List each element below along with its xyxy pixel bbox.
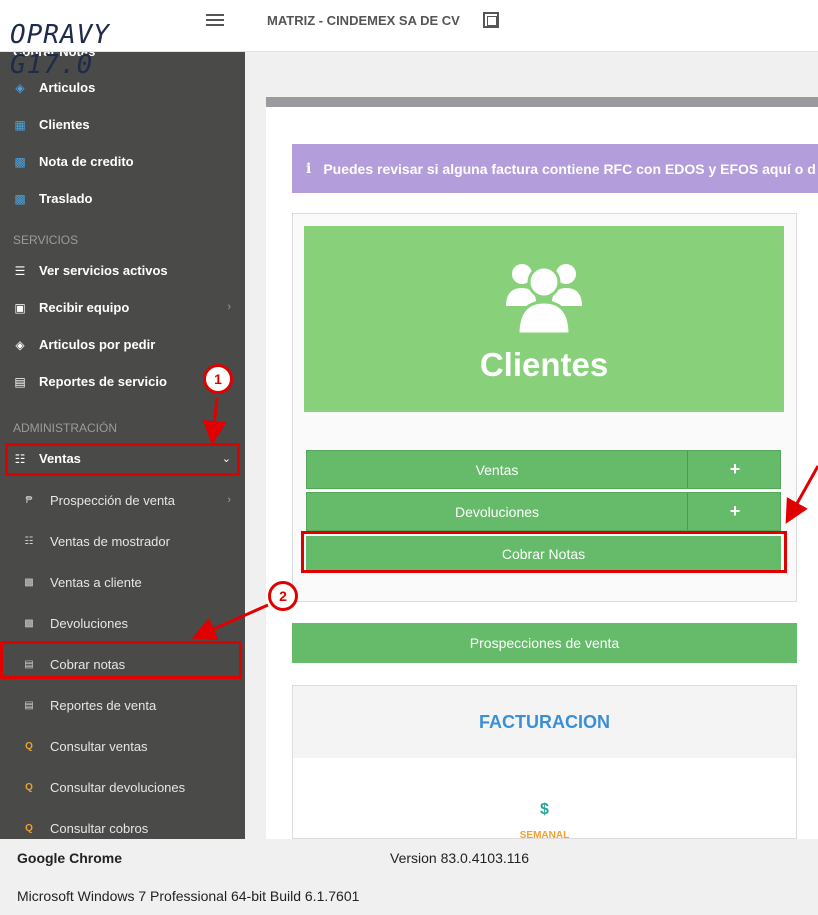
sidebar-item-label: Reportes de servicio [39,374,167,389]
sidebar-item-label: Devoluciones [50,616,129,631]
search-icon: Q [25,823,33,834]
panel-header-bar [266,97,818,107]
sidebar-subitem-devoluciones[interactable]: ▩ Devoluciones [0,605,245,642]
facturacion-title: FACTURACION [293,686,796,758]
sidebar-item-clientes[interactable]: ▦ Clientes [0,106,245,143]
logo-text: OPRAVY G17.0 [10,20,110,80]
sidebar-item-label: Prospección de venta [50,493,176,508]
truck-icon: ▣ [14,300,26,315]
fullscreen-icon[interactable] [483,12,499,28]
ventas-label: Ventas [475,462,519,478]
cobrar-notas-button[interactable]: Cobrar Notas [306,536,781,571]
facturacion-card: FACTURACION $ SEMANAL [292,685,797,839]
sidebar-subitem-consultar-devoluciones[interactable]: Q Consultar devoluciones [0,769,245,806]
clients-header: Clientes [304,226,784,412]
section-servicios: SERVICIOS [13,233,79,247]
sidebar-subitem-cobrar-notas[interactable]: ▤ Cobrar notas [0,646,245,683]
clients-title: Clientes [479,346,609,383]
semanal-label: SEMANAL [519,830,570,839]
annotation-badge-1: 1 [203,364,233,394]
browser-version: Version 83.0.4103.116 [390,850,530,866]
document-icon: ▩ [14,191,26,206]
sidebar-item-label: Consultar devoluciones [50,780,186,795]
chevron-right-icon: › [227,301,231,313]
tags-icon: ◈ [15,80,25,95]
logo[interactable]: OPRAVY G17.0 [10,6,160,80]
sidebar-subitem-consultar-cobros[interactable]: Q Consultar cobros [0,810,245,839]
sidebar-item-label: Reportes de venta [50,698,157,713]
document-icon: ▩ [14,154,26,169]
info-icon: i [306,160,312,177]
sidebar-subitem-ventas-mostrador[interactable]: ☷ Ventas de mostrador [0,523,245,560]
system-info-footer: Google Chrome Version 83.0.4103.116 Micr… [0,839,818,915]
sidebar-item-label: Articulos por pedir [39,337,156,352]
sidebar-item-label: Traslado [39,191,93,206]
sidebar-item-traslado[interactable]: ▩ Traslado [0,180,245,217]
sidebar-item-label: Nota de credito [39,154,134,169]
money-icon: ▤ [24,659,34,670]
sidebar-item-label: Ventas de mostrador [50,534,170,549]
os-info: Microsoft Windows 7 Professional 64-bit … [17,888,360,904]
screen: OPRAVY G17.0 MATRIZ - CINDEMEX SA DE CV … [0,0,818,915]
document-icon: ▩ [24,618,34,629]
sidebar-item-label: Consultar ventas [50,739,148,754]
sidebar-subitem-ventas-cliente[interactable]: ▩ Ventas a cliente [0,564,245,601]
sidebar-item-nota-credito[interactable]: ▩ Nota de credito [0,143,245,180]
sidebar-subitem-prospeccion[interactable]: ₱ Prospección de venta › [0,482,245,519]
sidebar-subitem-consultar-ventas[interactable]: Q Consultar ventas [0,728,245,765]
sidebar-item-label: Ventas a cliente [50,575,142,590]
devoluciones-button[interactable]: Devoluciones + [306,492,781,531]
devoluciones-label: Devoluciones [454,504,540,520]
top-bar: OPRAVY G17.0 MATRIZ - CINDEMEX SA DE CV [0,0,818,80]
users-icon [506,264,582,334]
search-icon: Q [25,782,33,793]
sidebar-subitem-reportes-venta[interactable]: ▤ Reportes de venta [0,687,245,724]
tags-icon: ◈ [15,337,25,352]
sidebar-item-label: Consultar cobros [50,821,149,836]
section-administracion: ADMINISTRACIÓN [13,421,118,435]
add-devolucion-button[interactable]: + [687,493,782,530]
add-venta-button[interactable]: + [687,451,782,488]
prospecciones-button[interactable]: Prospecciones de venta [292,623,797,663]
dollar-icon: $ [540,801,549,818]
ventas-button[interactable]: Ventas + [306,450,781,489]
chevron-down-icon: ⌄ [221,453,231,465]
info-alert[interactable]: i Puedes revisar si alguna factura conti… [292,144,818,193]
cart-icon: ☷ [14,451,26,466]
sidebar-item-label: Clientes [39,117,90,132]
sidebar-item-ventas[interactable]: ☷ Ventas ⌄ [0,440,245,477]
peso-icon: ₱ [25,495,33,506]
bar-chart-icon: ▤ [24,700,34,711]
browser-name: Google Chrome [17,850,123,866]
bar-chart-icon: ▤ [14,374,26,389]
sidebar-item-articulos-por-pedir[interactable]: ◈ Articulos por pedir [0,326,245,363]
company-name: MATRIZ - CINDEMEX SA DE CV [267,13,460,28]
sidebar-item-label: Ventas [39,451,81,466]
sidebar-item-servicios-activos[interactable]: ☰ Ver servicios activos [0,252,245,289]
list-icon: ☰ [14,263,26,278]
sidebar-item-label: Recibir equipo [39,300,130,315]
cart-icon: ☷ [24,536,34,547]
annotation-badge-2: 2 [268,581,298,611]
sidebar-item-label: Cobrar notas [50,657,126,672]
sidebar-item-label: Articulos [39,80,96,95]
sidebar: Cobrar Notas ◈ Articulos ▦ Clientes ▩ No… [0,52,245,839]
search-icon: Q [25,741,33,752]
document-icon: ▩ [24,577,34,588]
sidebar-item-label: Ver servicios activos [39,263,168,278]
chevron-right-icon: › [227,494,231,506]
sidebar-item-recibir-equipo[interactable]: ▣ Recibir equipo › [0,289,245,326]
address-book-icon: ▦ [14,117,26,132]
alert-text: Puedes revisar si alguna factura contien… [323,160,816,177]
menu-toggle-icon[interactable] [206,14,224,28]
